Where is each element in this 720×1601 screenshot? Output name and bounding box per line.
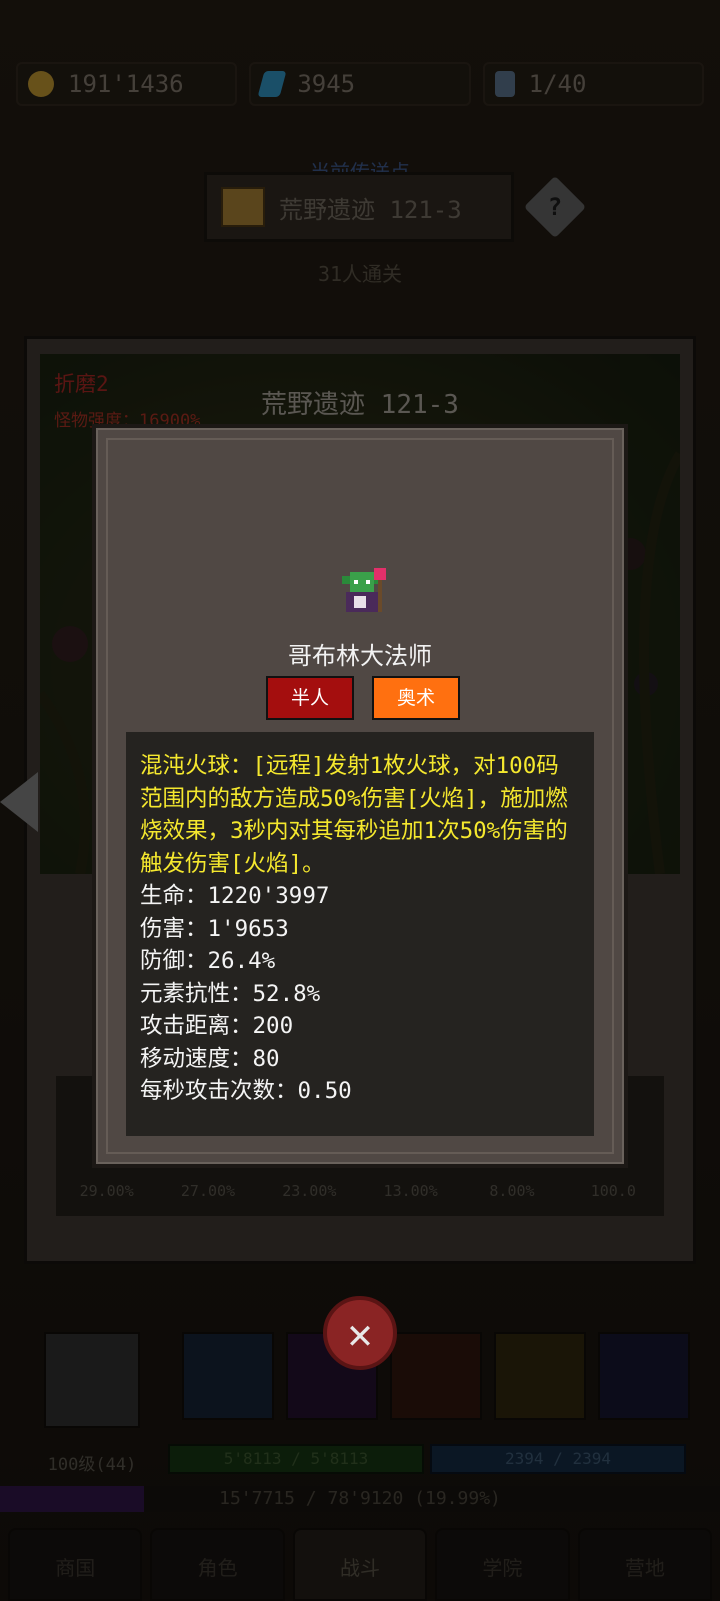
nav-academy[interactable]: 学院: [435, 1528, 570, 1601]
player-level: 100级(44): [47, 1455, 137, 1475]
currency-bar: 191'1436 3945 1/40: [16, 62, 704, 106]
gem-icon: [257, 71, 287, 97]
stat-attacks-per-second: 每秒攻击次数：0.50: [140, 1078, 352, 1104]
stat-hp: 生命：1220'3997: [140, 883, 330, 909]
monster-name: 哥布林大法师: [288, 642, 432, 670]
drop-rate: 29.00%: [79, 1182, 134, 1200]
goblin-archmage-sprite-icon: [342, 568, 386, 612]
bottom-nav: 商国 角色 战斗 学院 营地: [0, 1528, 720, 1601]
map-scroll-icon: [221, 187, 265, 227]
drop-rate: 100.0: [590, 1182, 636, 1200]
help-icon[interactable]: ?: [523, 175, 587, 239]
hero-portrait[interactable]: [44, 1332, 140, 1428]
gold-value: 191'1436: [68, 70, 184, 98]
monster-info-panel: 混沌火球：[远程]发射1枚火球，对100码范围内的敌方造成50%伤害[火焰]，施…: [126, 732, 594, 1136]
gem-value: 3945: [297, 70, 356, 98]
key-icon: [494, 71, 515, 97]
xp-text: 15'7715 / 78'9120 (19.99%): [219, 1488, 501, 1509]
drop-rate: 27.00%: [180, 1182, 236, 1200]
gem-counter: 3945: [249, 62, 471, 106]
race-tag: 半人: [266, 676, 354, 720]
monster-skill-description: 混沌火球：[远程]发射1枚火球，对100码范围内的敌方造成50%伤害[火焰]，施…: [140, 753, 568, 877]
portal-name: 荒野遗迹 121-3: [279, 195, 462, 224]
key-counter: 1/40: [482, 62, 704, 106]
stat-move-speed: 移动速度：80: [140, 1045, 280, 1072]
clear-count: 31人通关: [317, 262, 403, 286]
close-button[interactable]: ✕: [323, 1296, 397, 1370]
skill-slot[interactable]: [598, 1332, 690, 1420]
stat-defense: 防御：26.4%: [140, 948, 276, 974]
stage-title: 荒野遗迹 121-3: [261, 390, 459, 420]
skill-slot[interactable]: [182, 1332, 274, 1420]
nav-camp[interactable]: 营地: [577, 1528, 713, 1601]
monster-detail-popup: 哥布林大法师 半人 奥术 混沌火球：[远程]发射1枚火球，对100码范围内的敌方…: [92, 424, 628, 1168]
skill-slot[interactable]: [494, 1332, 586, 1420]
stat-attack-range: 攻击距离：200: [140, 1013, 294, 1039]
stat-elemental-resistance: 元素抗性：52.8%: [140, 980, 321, 1007]
element-tag: 奥术: [372, 676, 460, 720]
portal-selector[interactable]: 荒野遗迹 121-3: [204, 172, 514, 242]
nav-battle[interactable]: 战斗: [292, 1528, 428, 1601]
hp-bar: 5'8113 / 5'8113: [168, 1444, 424, 1474]
nav-character[interactable]: 角色: [150, 1528, 285, 1601]
drop-rate: 13.00%: [383, 1182, 438, 1200]
drop-rate: 8.00%: [489, 1182, 535, 1200]
nav-shop[interactable]: 商国: [8, 1528, 143, 1601]
stat-damage: 伤害：1'9653: [140, 915, 289, 942]
xp-bar: 15'7715 / 78'9120 (19.99%): [0, 1486, 720, 1512]
drop-rate: 23.00%: [282, 1182, 337, 1200]
prev-stage-arrow-icon[interactable]: [0, 772, 38, 832]
drop-rates: 29.00% 27.00% 23.00% 13.00% 8.00% 100.0: [56, 1182, 664, 1200]
gold-coin-icon: [28, 71, 54, 97]
key-value: 1/40: [528, 70, 587, 98]
gold-counter: 191'1436: [16, 62, 238, 106]
mp-bar: 2394 / 2394: [430, 1444, 686, 1474]
skill-slot[interactable]: [390, 1332, 482, 1420]
